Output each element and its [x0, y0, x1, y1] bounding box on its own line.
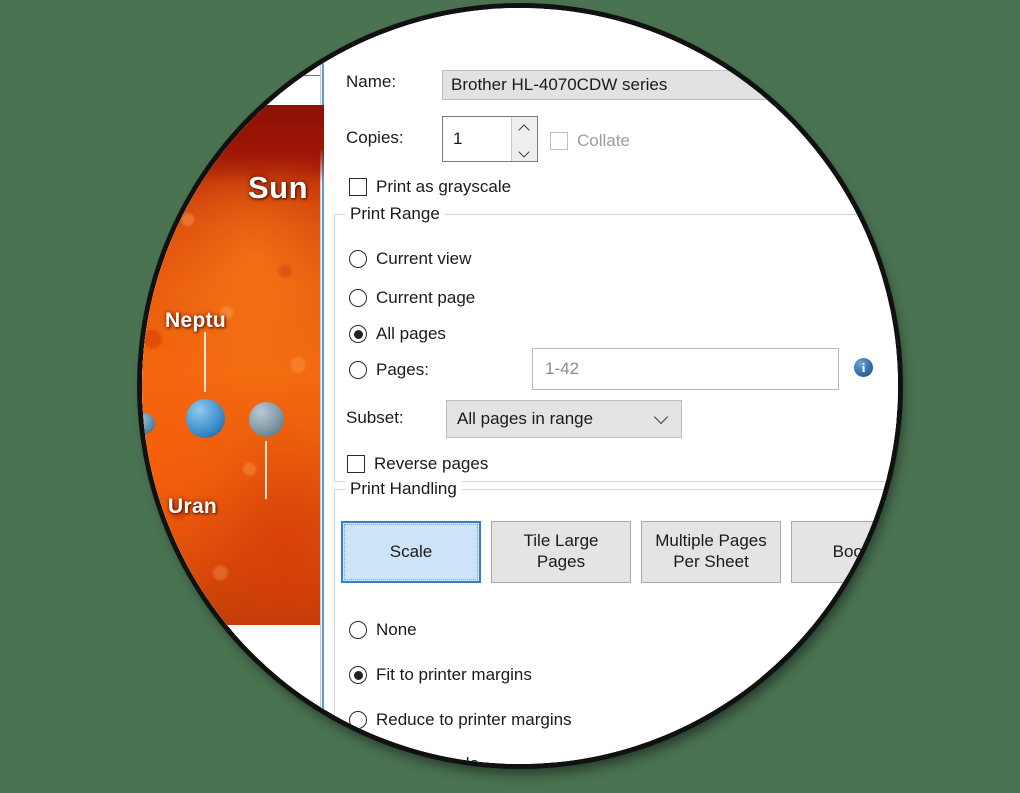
document-body-line-1: the eight major p: [142, 593, 179, 614]
print-range-title: Print Range: [345, 204, 445, 224]
print-as-grayscale-label: Print as grayscale: [376, 177, 512, 196]
subset-dropdown[interactable]: All pages in range: [446, 400, 682, 438]
collate-checkbox[interactable]: [550, 132, 568, 150]
copies-label: Copies:: [346, 128, 404, 147]
current-page-radio[interactable]: [349, 289, 367, 307]
tile-large-pages-line2: Pages: [536, 552, 586, 571]
handling-button-booklet-label: Booklet: [832, 541, 890, 561]
document-body-line-3: SA/JPL; htt: [142, 657, 151, 678]
reverse-pages-label: Reverse pages: [374, 454, 489, 473]
planet-uranus: [249, 402, 284, 437]
chevron-down-icon[interactable]: [656, 412, 667, 423]
chevron-down-icon[interactable]: [519, 147, 530, 154]
chevron-up-icon[interactable]: [519, 125, 530, 132]
print-handling-title: Print Handling: [345, 479, 462, 499]
handling-button-scale[interactable]: Scale: [341, 521, 481, 583]
handling-button-tile-large-pages[interactable]: Tile Large Pages: [491, 521, 631, 583]
planet-label-uranus: Uran: [168, 495, 218, 518]
poster-title-sun: Sun: [248, 170, 309, 205]
pages-range-placeholder: 1-42: [545, 359, 580, 378]
collate-option[interactable]: Collate: [550, 131, 630, 151]
pdf-document-panel[interactable]: Sun ry Venus Neptu s Earth: [142, 8, 324, 764]
handling-button-scale-label: Scale: [389, 541, 433, 561]
collate-label: Collate: [577, 131, 630, 150]
reduce-to-printer-margins-label: Reduce to printer margins: [376, 710, 572, 729]
current-view-radio[interactable]: [349, 250, 367, 268]
document-toolbar-primary[interactable]: [142, 8, 324, 40]
scale-none-label: None: [376, 620, 417, 639]
reverse-pages-checkbox[interactable]: [347, 455, 365, 473]
print-dialog[interactable]: Name: Brother HL-4070CDW series Copies: …: [322, 8, 898, 764]
subset-row: Subset:: [346, 408, 404, 428]
multiple-pages-line1: Multiple Pages: [655, 531, 767, 551]
radio-all-pages[interactable]: All pages: [349, 324, 446, 344]
document-body-line-2: ets are listed i: [142, 625, 155, 646]
document-section-heading: TS: [175, 704, 204, 727]
copies-stepper[interactable]: 1: [442, 116, 538, 162]
radio-fit-to-printer-margins[interactable]: Fit to printer margins: [349, 665, 532, 685]
radio-current-page[interactable]: Current page: [349, 288, 475, 308]
pages-radio[interactable]: [349, 361, 367, 379]
all-pages-label: All pages: [376, 324, 446, 343]
document-toolbar-secondary[interactable]: [142, 41, 324, 76]
leader-line-neptune: [204, 332, 206, 392]
current-view-label: Current view: [376, 249, 472, 268]
current-page-label: Current page: [376, 288, 476, 307]
subset-selected-value: All pages in range: [457, 409, 594, 428]
copies-value: 1: [453, 129, 463, 148]
leader-line-uranus: [265, 441, 267, 499]
copies-spin-buttons[interactable]: [511, 117, 537, 161]
planet-neptune: [186, 399, 225, 438]
printer-name-row: Name:: [346, 72, 446, 92]
pages-label: Pages:: [376, 360, 429, 379]
radio-scale-none[interactable]: None: [349, 620, 417, 640]
handling-button-multiple-pages-per-sheet[interactable]: Multiple Pages Per Sheet: [641, 521, 781, 583]
fit-to-printer-margins-label: Fit to printer margins: [376, 665, 532, 684]
scale-none-radio[interactable]: [349, 621, 367, 639]
printer-name-field[interactable]: Brother HL-4070CDW series: [442, 70, 892, 100]
all-pages-radio[interactable]: [349, 325, 367, 343]
radio-current-view[interactable]: Current view: [349, 249, 471, 269]
fit-to-printer-margins-radio[interactable]: [349, 666, 367, 684]
document-page: Sun ry Venus Neptu s Earth: [142, 77, 324, 764]
leader-line-earth: [144, 437, 146, 499]
planet-label-neptune: Neptu: [165, 309, 226, 332]
radio-custom-scale[interactable]: Custom scale: [349, 754, 479, 764]
radio-reduce-to-printer-margins[interactable]: Reduce to printer margins: [349, 710, 572, 730]
reverse-pages-option[interactable]: Reverse pages: [347, 454, 488, 474]
screen-surface: Sun ry Venus Neptu s Earth: [142, 8, 898, 764]
tile-large-pages-line1: Tile Large: [523, 531, 599, 551]
print-as-grayscale-checkbox[interactable]: [349, 178, 367, 196]
reduce-to-printer-margins-radio[interactable]: [349, 711, 367, 729]
subset-label: Subset:: [346, 408, 404, 427]
copies-row: Copies:: [346, 128, 446, 148]
multiple-pages-line2: Per Sheet: [673, 552, 749, 571]
radio-pages[interactable]: Pages:: [349, 360, 429, 380]
info-icon[interactable]: i: [854, 358, 873, 377]
print-as-grayscale-option[interactable]: Print as grayscale: [349, 177, 511, 197]
pages-range-input[interactable]: 1-42: [532, 348, 839, 390]
printer-name-label: Name:: [346, 72, 397, 91]
custom-scale-radio[interactable]: [349, 755, 367, 764]
handling-button-booklet[interactable]: Booklet: [791, 521, 898, 583]
circular-spotlight-mask: Sun ry Venus Neptu s Earth: [142, 8, 898, 764]
custom-scale-label: Custom scale: [376, 754, 479, 764]
